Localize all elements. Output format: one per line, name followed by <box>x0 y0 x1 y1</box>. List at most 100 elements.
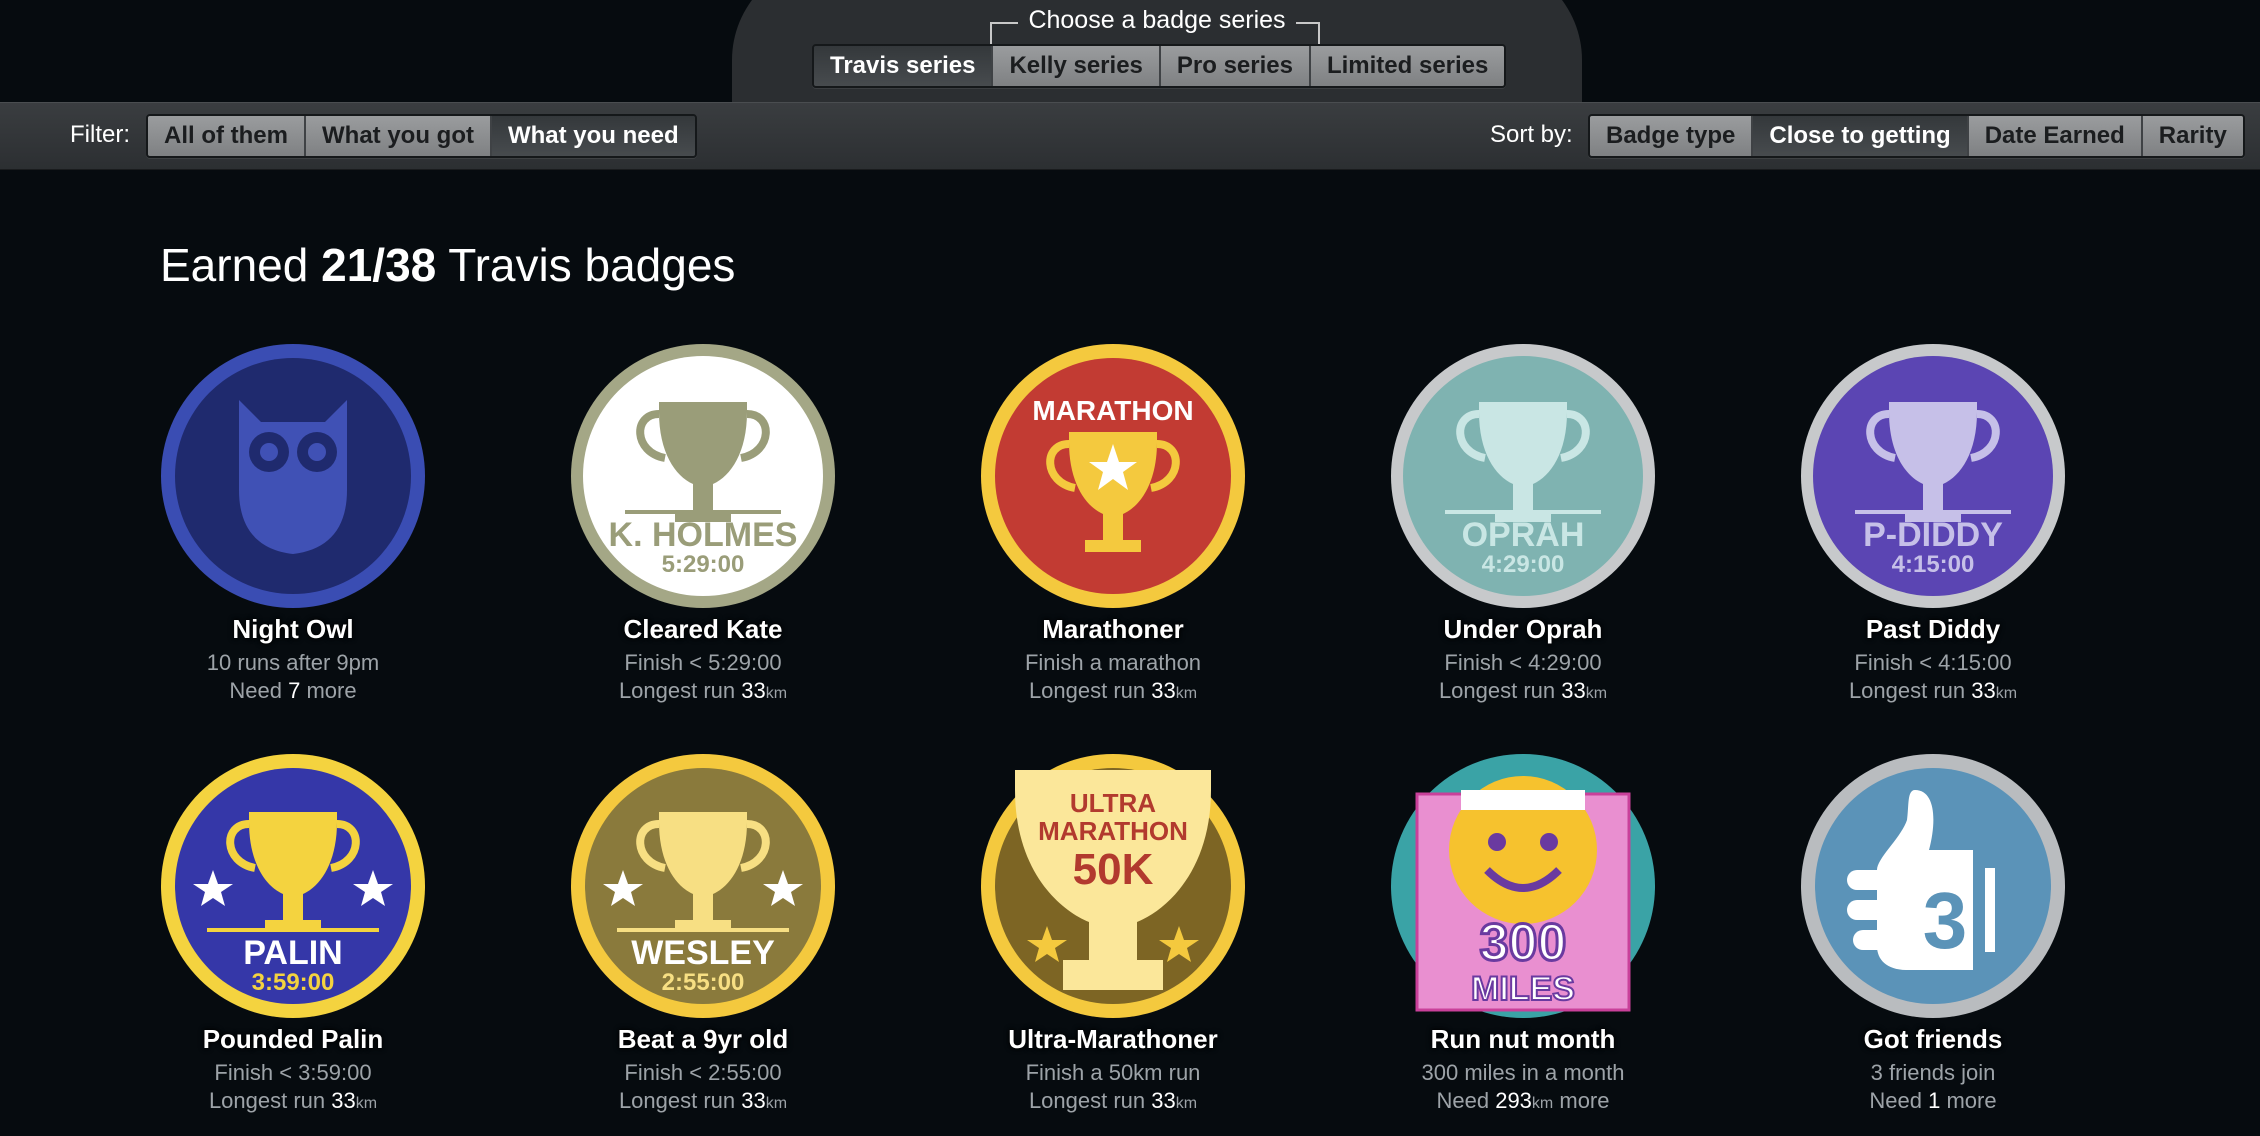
ultra-badge-icon: ULTRA MARATHON 50K <box>981 754 1245 1018</box>
trophy-stars-badge-icon: WESLEY 2:55:00 <box>571 754 835 1018</box>
badge-requirement: Finish < 3:59:00 <box>214 1060 372 1085</box>
badge-card[interactable]: P-DIDDY 4:15:00 Past Diddy Finish < 4:15:… <box>1753 340 2113 708</box>
tab-limited-series[interactable]: Limited series <box>1310 46 1505 86</box>
badge-need-prefix: Longest run <box>1028 678 1152 703</box>
title-suffix: Travis badges <box>436 239 736 291</box>
badge-title: Cleared Kate <box>623 614 783 644</box>
badge-card[interactable]: ULTRA MARATHON 50K Ultra-Marathoner Fini… <box>933 750 1293 1118</box>
sort-date-button[interactable]: Date Earned <box>1968 116 2143 156</box>
sort-label: Sort by: <box>1490 121 1573 148</box>
badge-progress: Longest run 33km <box>523 1087 883 1118</box>
svg-text:PALIN: PALIN <box>243 934 342 972</box>
badge-requirement: Finish < 4:29:00 <box>1444 650 1602 675</box>
badge-need-unit: km <box>765 685 788 702</box>
badge-progress: Longest run 33km <box>933 1087 1293 1118</box>
trophy-top-badge-icon: MARATHON <box>981 344 1245 608</box>
badge-need-value: 33 <box>1561 678 1586 703</box>
trophy-name-badge-icon: OPRAH 4:29:00 <box>1391 344 1655 608</box>
trophy-name-badge-icon: P-DIDDY 4:15:00 <box>1801 344 2065 608</box>
svg-text:5:29:00: 5:29:00 <box>662 551 745 578</box>
owl-badge-icon <box>161 344 425 608</box>
svg-text:K. HOLMES: K. HOLMES <box>609 516 798 554</box>
tab-travis-series[interactable]: Travis series <box>814 46 994 86</box>
badge-requirement: Finish < 4:15:00 <box>1854 650 2012 675</box>
svg-text:300: 300 <box>1480 914 1567 972</box>
badge-card[interactable]: PALIN 3:59:00 Pounded Palin Finish < 3:59… <box>113 750 473 1118</box>
sort-badge-type-button[interactable]: Badge type <box>1590 116 1754 156</box>
trophy-name-badge-icon: K. HOLMES 5:29:00 <box>571 344 835 608</box>
series-selector: Choose a badge series Travis series Kell… <box>732 0 1582 102</box>
series-tabs: Travis series Kelly series Pro series Li… <box>812 44 1507 88</box>
badge-requirement: Finish a marathon <box>1024 650 1202 675</box>
filter-label: Filter: <box>70 121 130 148</box>
svg-text:MILES: MILES <box>1471 970 1575 1008</box>
badge-card[interactable]: Night Owl 10 runs after 9pm Need 7 more <box>113 340 473 705</box>
badge-need-value: 33 <box>1971 678 1996 703</box>
svg-text:P-DIDDY: P-DIDDY <box>1863 516 2003 554</box>
badge-card[interactable]: OPRAH 4:29:00 Under Oprah Finish < 4:29:0… <box>1343 340 1703 708</box>
trophy-stars-badge-icon: PALIN 3:59:00 <box>161 754 425 1018</box>
tab-kelly-series[interactable]: Kelly series <box>993 46 1161 86</box>
badge-need-prefix: Longest run <box>208 1088 332 1113</box>
badge-card[interactable]: WESLEY 2:55:00 Beat a 9yr old Finish < 2:… <box>523 750 883 1118</box>
badge-need-value: 293 <box>1495 1088 1532 1113</box>
badge-progress: Need 7 more <box>113 677 473 705</box>
filter-need-button[interactable]: What you need <box>491 116 695 156</box>
badge-need-unit: km <box>765 1095 788 1112</box>
badge-requirement: 10 runs after 9pm <box>206 650 380 675</box>
badge-need-prefix: Longest run <box>1028 1088 1152 1113</box>
badge-need-prefix: Longest run <box>618 1088 742 1113</box>
badge-requirement: Finish a 50km run <box>1025 1060 1201 1085</box>
badge-need-unit: km <box>1585 685 1608 702</box>
badge-need-value: 33 <box>1151 1088 1176 1113</box>
badge-title: Marathoner <box>1042 614 1184 644</box>
svg-text:50K: 50K <box>1073 845 1154 894</box>
badge-requirement: 300 miles in a month <box>1421 1060 1625 1085</box>
badge-need-value: 33 <box>741 678 766 703</box>
filter-all-button[interactable]: All of them <box>148 116 306 156</box>
badge-card[interactable]: 300 MILES Run nut month 300 miles in a mo… <box>1343 750 1703 1118</box>
badge-requirement: Finish < 2:55:00 <box>624 1060 782 1085</box>
badge-need-value: 33 <box>1151 678 1176 703</box>
sort-options: Badge type Close to getting Date Earned … <box>1588 114 2245 158</box>
filter-options: All of them What you got What you need <box>146 114 697 158</box>
badge-progress: Longest run 33km <box>933 677 1293 708</box>
badge-requirement: Finish < 5:29:00 <box>624 650 782 675</box>
badge-need-unit: km <box>1175 685 1198 702</box>
series-caption: Choose a badge series <box>732 6 1582 35</box>
smiley-badge-icon: 300 MILES <box>1391 754 1655 1018</box>
svg-text:2:55:00: 2:55:00 <box>662 969 745 996</box>
badge-need-suffix: more <box>300 678 357 703</box>
badge-title: Night Owl <box>232 614 354 644</box>
badge-need-unit: km <box>1531 1095 1554 1112</box>
badge-need-suffix: more <box>1940 1088 1997 1113</box>
filter-sort-bar: Filter: All of them What you got What yo… <box>0 102 2260 170</box>
svg-text:MARATHON: MARATHON <box>1032 395 1193 426</box>
badge-progress: Longest run 33km <box>1753 677 2113 708</box>
sort-close-button[interactable]: Close to getting <box>1753 116 1969 156</box>
badge-need-prefix: Longest run <box>1438 678 1562 703</box>
badge-need-prefix: Need <box>229 678 289 703</box>
badge-requirement: 3 friends join <box>1870 1060 1996 1085</box>
badge-card[interactable]: MARATHON Marathoner Finish a marathon Lo… <box>933 340 1293 708</box>
badge-title: Pounded Palin <box>202 1024 384 1054</box>
badge-card[interactable]: K. HOLMES 5:29:00 Cleared Kate Finish < 5… <box>523 340 883 708</box>
svg-text:4:15:00: 4:15:00 <box>1892 551 1975 578</box>
badge-title: Past Diddy <box>1865 614 2001 644</box>
svg-text:ULTRA: ULTRA <box>1070 788 1156 818</box>
svg-text:4:29:00: 4:29:00 <box>1482 551 1565 578</box>
title-prefix: Earned <box>160 239 322 291</box>
badge-need-prefix: Need <box>1436 1088 1496 1113</box>
badge-need-value: 33 <box>741 1088 766 1113</box>
badge-card[interactable]: 3 Got friends 3 friends join Need 1 more <box>1753 750 2113 1115</box>
tab-pro-series[interactable]: Pro series <box>1160 46 1311 86</box>
badge-title: Ultra-Marathoner <box>1008 1024 1218 1054</box>
badge-title: Under Oprah <box>1443 614 1603 644</box>
filter-got-button[interactable]: What you got <box>306 116 492 156</box>
badge-need-prefix: Longest run <box>618 678 742 703</box>
sort-rarity-button[interactable]: Rarity <box>2142 116 2243 156</box>
series-caption-text: Choose a badge series <box>1018 6 1296 34</box>
badge-need-value: 33 <box>331 1088 356 1113</box>
badge-progress: Longest run 33km <box>523 677 883 708</box>
svg-text:3: 3 <box>1923 876 1968 965</box>
